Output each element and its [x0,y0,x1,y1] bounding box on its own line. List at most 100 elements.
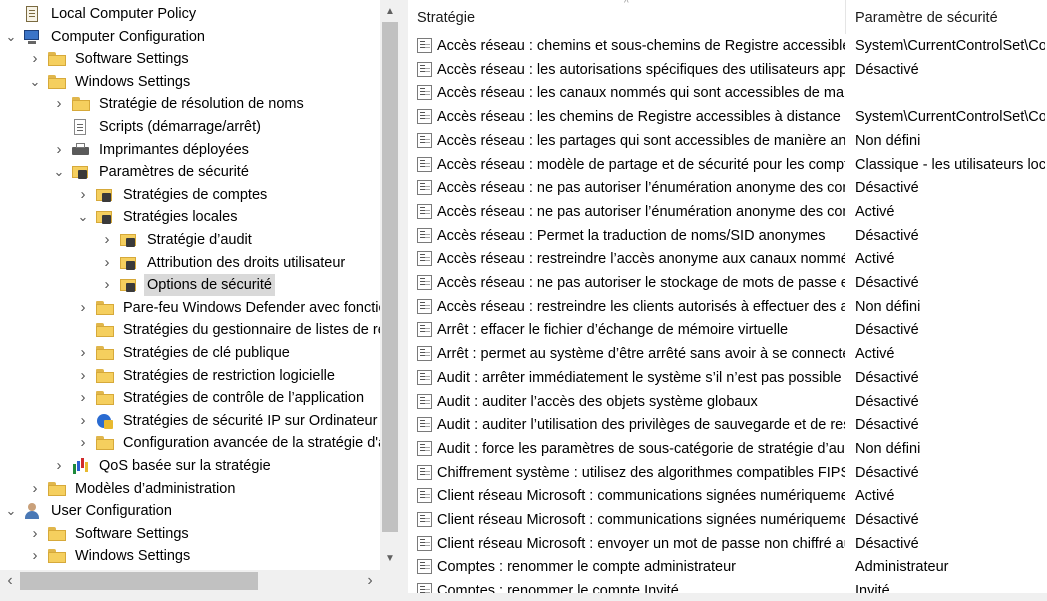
scroll-left-arrow-icon[interactable]: ‹ [0,572,20,590]
chevron-right-icon[interactable]: › [76,342,90,364]
chevron-right-icon[interactable]: › [52,93,66,115]
table-row[interactable]: Audit : force les paramètres de sous-cat… [408,437,1047,461]
chevron-right-icon[interactable]: › [28,48,42,70]
tree-node[interactable]: › Software Settings [28,48,192,70]
chevron-right-icon[interactable]: › [76,297,90,319]
table-row[interactable]: Accès réseau : restreindre l’accès anony… [408,247,1047,271]
tree-node[interactable]: › Pare-feu Windows Defender avec fonction… [76,297,381,319]
tree-node[interactable]: › Stratégies de clé publique [76,342,293,364]
tree-node[interactable]: › Stratégies de sécurité IP sur Ordinateu… [76,410,380,432]
tree-node[interactable]: Stratégies du gestionnaire de listes de … [76,319,380,341]
table-row[interactable]: Chiffrement système : utilisez des algor… [408,461,1047,485]
tree-node[interactable]: ⌄ Paramètres de sécurité [52,161,252,183]
chevron-down-icon[interactable]: ⌄ [28,74,42,89]
tree-node[interactable]: › Windows Settings [28,545,193,567]
scroll-up-arrow-icon[interactable]: ▲ [380,3,400,21]
table-row[interactable]: Accès réseau : ne pas autoriser l’énumér… [408,200,1047,224]
table-row[interactable]: Comptes : renommer le compte administrat… [408,555,1047,579]
tree-node-label: Attribution des droits utilisateur [147,254,346,271]
tree-node[interactable]: › Attribution des droits utilisateur [100,252,348,274]
chevron-right-icon[interactable]: › [28,523,42,545]
chevron-right-icon[interactable]: › [52,455,66,477]
chevron-right-icon[interactable]: › [76,410,90,432]
chevron-down-icon[interactable]: ⌄ [52,165,66,179]
sort-ascending-icon: ^ [624,0,629,9]
tree-vertical-scroll-thumb[interactable] [382,22,398,532]
table-row[interactable]: Client réseau Microsoft : envoyer un mot… [408,532,1047,556]
tree-node[interactable]: ⌄ User Configuration [4,500,175,522]
tree-node[interactable]: Local Computer Policy [4,3,199,25]
chevron-right-icon[interactable]: › [28,478,42,500]
tree-vertical-scrollbar[interactable]: ▲ ▼ [380,0,400,570]
policy-setting-icon [417,298,433,315]
chevron-right-icon[interactable]: › [28,545,42,567]
chevron-down-icon[interactable]: ⌄ [76,210,90,224]
chevron-right-icon[interactable]: › [76,432,90,454]
column-header-setting-label: Paramètre de sécurité [855,10,998,26]
tree-node[interactable]: › Stratégie de résolution de noms [52,93,307,115]
scroll-down-arrow-icon[interactable]: ▼ [380,550,400,568]
table-row[interactable]: Audit : auditer l’utilisation des privil… [408,413,1047,437]
tree-node[interactable]: › Stratégies de comptes [76,184,270,206]
policy-name: Audit : auditer l’utilisation des privil… [437,417,845,434]
tree-node[interactable]: › Stratégies de contrôle de l’application [76,387,367,409]
chevron-right-icon[interactable]: › [100,252,114,274]
folder-icon [48,74,66,89]
tree-horizontal-scrollbar[interactable]: ‹ › [0,570,380,593]
security-setting-value: Désactivé [855,393,919,410]
tree-node[interactable]: › Options de sécurité [100,274,275,297]
table-row[interactable]: Accès réseau : les autorisations spécifi… [408,58,1047,82]
chevron-down-icon[interactable]: ⌄ [4,504,18,518]
policy-name: Accès réseau : les chemins de Registre a… [437,109,841,126]
computer-icon [24,29,42,45]
tree-node-label: Options de sécurité [144,274,275,297]
chevron-down-icon[interactable]: ⌄ [4,29,18,44]
tree-node[interactable]: › QoS basée sur la stratégie [52,455,274,477]
tree-node-label: Stratégie de résolution de noms [99,96,304,113]
tree-node[interactable]: ⌄ Computer Configuration [4,26,208,48]
pane-splitter[interactable] [400,0,408,601]
table-row[interactable]: Accès réseau : Permet la traduction de n… [408,224,1047,248]
table-row[interactable]: Client réseau Microsoft : communications… [408,484,1047,508]
tree-node[interactable]: › Stratégie d’audit [100,229,255,251]
table-row[interactable]: Arrêt : effacer le fichier d’échange de … [408,318,1047,342]
table-row[interactable]: Accès réseau : ne pas autoriser l’énumér… [408,176,1047,200]
tree-node-label: Stratégies de sécurité IP sur Ordinateur… [123,412,380,429]
list-header: Stratégie ^ Paramètre de sécurité [408,0,1047,34]
table-row[interactable]: Accès réseau : les partages qui sont acc… [408,129,1047,153]
tree-node[interactable]: › Modèles d’administration [28,478,238,500]
table-row[interactable]: Arrêt : permet au système d’être arrêté … [408,342,1047,366]
tree-horizontal-scroll-thumb[interactable] [20,572,258,590]
tree-node[interactable]: › Software Settings [28,523,192,545]
table-row[interactable]: Accès réseau : les canaux nommés qui son… [408,81,1047,105]
table-row[interactable]: Accès réseau : chemins et sous-chemins d… [408,34,1047,58]
table-row[interactable]: Audit : arrêter immédiatement le système… [408,366,1047,390]
tree-node-label: Stratégies de contrôle de l’application [123,390,365,407]
table-row[interactable]: Accès réseau : les chemins de Registre a… [408,105,1047,129]
table-row[interactable]: Client réseau Microsoft : communications… [408,508,1047,532]
table-row[interactable]: Audit : auditer l’accès des objets systè… [408,390,1047,414]
chevron-right-icon[interactable]: › [100,274,114,296]
chevron-right-icon[interactable]: › [76,365,90,387]
tree-node[interactable]: › Configuration avancée de la stratégie d… [76,432,381,454]
policy-name: Accès réseau : les autorisations spécifi… [437,61,845,78]
chevron-right-icon[interactable]: › [76,387,90,409]
column-header-setting[interactable]: Paramètre de sécurité [846,0,1047,34]
chevron-right-icon[interactable]: › [76,184,90,206]
scroll-right-arrow-icon[interactable]: › [360,572,380,590]
security-setting-value: Administrateur [855,559,949,576]
table-row[interactable]: Accès réseau : restreindre les clients a… [408,295,1047,319]
tree-node[interactable]: Scripts (démarrage/arrêt) [52,116,264,138]
chevron-right-icon[interactable]: › [52,139,66,161]
tree-node[interactable]: › Imprimantes déployées [52,139,252,161]
tree-node[interactable]: › Stratégies de restriction logicielle [76,365,338,387]
security-setting-value: Désactivé [855,61,919,78]
table-row[interactable]: Comptes : renommer le compte Invité Invit… [408,579,1047,593]
tree-node[interactable]: ⌄ Stratégies locales [76,206,240,228]
chevron-right-icon[interactable]: › [100,229,114,251]
table-row[interactable]: Accès réseau : modèle de partage et de s… [408,153,1047,177]
table-row[interactable]: Accès réseau : ne pas autoriser le stock… [408,271,1047,295]
tree-node-label: Pare-feu Windows Defender avec fonctionn… [123,299,380,316]
tree-node[interactable]: ⌄ Windows Settings [28,71,193,93]
policy-setting-icon [417,38,433,54]
